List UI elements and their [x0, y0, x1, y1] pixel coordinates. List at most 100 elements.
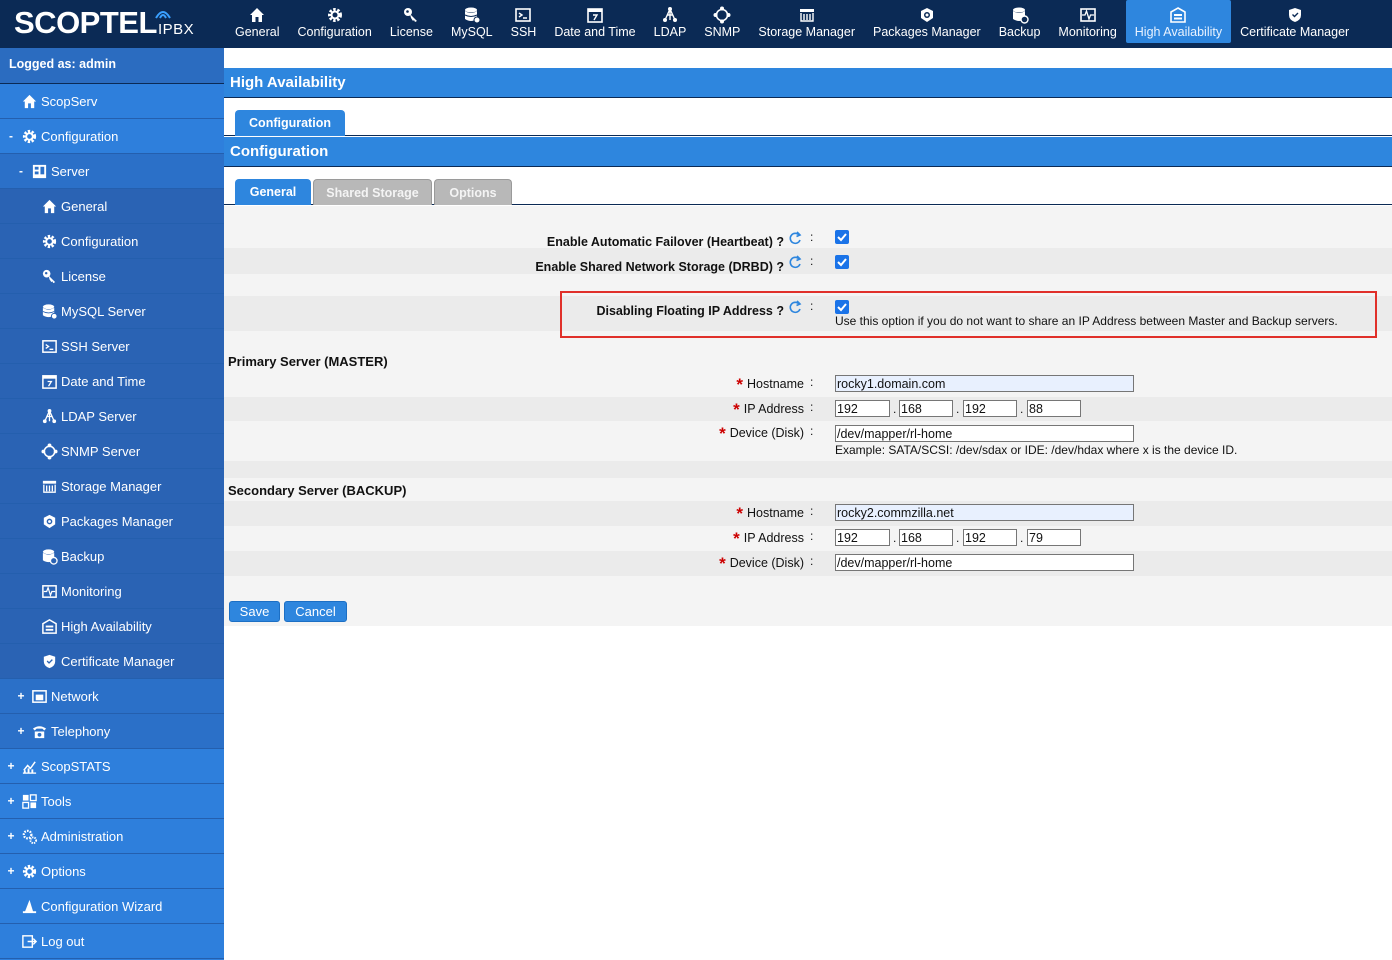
sidebar-item-mysql-server[interactable]: MySQL Server — [0, 294, 224, 329]
sidebar-item-label: SSH Server — [61, 338, 130, 354]
topnav-mysql[interactable]: MySQL — [442, 0, 502, 43]
tab-shared-storage[interactable]: Shared Storage — [313, 179, 432, 205]
secondary-ip-row: * IP Address : 192 . 168 . 192 . 79 — [224, 526, 1392, 551]
cancel-button[interactable]: Cancel — [284, 601, 347, 622]
secondary-device-input[interactable]: /dev/mapper/rl-home — [835, 554, 1134, 571]
label-text: IP Address — [743, 531, 804, 545]
topnav-packages-manager[interactable]: Packages Manager — [864, 0, 990, 43]
sidebar-item-network[interactable]: + Network — [0, 679, 224, 714]
scoptel-logo[interactable]: SCOPTEL IPBX — [12, 4, 202, 42]
database-icon — [464, 7, 481, 24]
primary-ip-octet-3[interactable]: 192 — [963, 400, 1017, 417]
sidebar-item-label: LDAP Server — [61, 408, 137, 424]
topnav-label: Storage Manager — [758, 25, 855, 39]
key-icon — [404, 8, 418, 22]
sidebar-item-tools[interactable]: + Tools — [0, 784, 224, 819]
primary-ip-label: * IP Address — [733, 400, 804, 420]
tab-options[interactable]: Options — [434, 179, 512, 205]
primary-ip-octet-4[interactable]: 88 — [1027, 400, 1081, 417]
topnav-label: Configuration — [297, 25, 372, 39]
sidebar-item-high-availability[interactable]: High Availability — [0, 609, 224, 644]
primary-ip-row: * IP Address : 192 . 168 . 192 . 88 — [224, 397, 1392, 421]
telephone-icon — [31, 723, 48, 740]
secondary-ip-octet-4[interactable]: 79 — [1027, 529, 1081, 546]
secondary-ip-octet-3[interactable]: 192 — [963, 529, 1017, 546]
expand-marker: + — [7, 759, 15, 773]
colon: : — [810, 424, 814, 438]
save-button[interactable]: Save — [229, 601, 280, 622]
secondary-ip-octet-2[interactable]: 168 — [899, 529, 953, 546]
database-icon — [41, 303, 58, 320]
secondary-hostname-input[interactable]: rocky2.commzilla.net — [835, 504, 1134, 521]
sidebar-item-administration[interactable]: + Administration — [0, 819, 224, 854]
gears-icon — [21, 828, 38, 845]
sidebar-item-server[interactable]: - Server — [0, 154, 224, 189]
topnav-date-and-time[interactable]: Date and Time — [545, 0, 644, 43]
tab-general[interactable]: General — [235, 179, 311, 205]
failover-checkbox[interactable] — [835, 230, 849, 244]
sidebar-item-storage-manager[interactable]: Storage Manager — [0, 469, 224, 504]
sidebar-item-label: Server — [51, 163, 90, 179]
refresh-icon[interactable] — [788, 255, 802, 271]
sidebar-item-configuration-wizard[interactable]: Configuration Wizard — [0, 889, 224, 924]
calendar-icon — [41, 373, 58, 390]
primary-ip-octet-2[interactable]: 168 — [899, 400, 953, 417]
topnav-ssh[interactable]: SSH — [502, 0, 546, 43]
sidebar-item-monitoring[interactable]: Monitoring — [0, 574, 224, 609]
sidebar-item-snmp-server[interactable]: SNMP Server — [0, 434, 224, 469]
topnav-label: LDAP — [653, 25, 687, 39]
ip-dot: . — [956, 531, 960, 545]
sidebar-item-label: ScopSTATS — [41, 758, 111, 774]
sidebar-item-label: General — [61, 198, 108, 214]
logo-main-text: SCOPTEL — [14, 5, 157, 40]
refresh-icon[interactable] — [788, 231, 802, 247]
sidebar-item-label: Packages Manager — [61, 513, 174, 529]
topnav-general[interactable]: General — [226, 0, 288, 43]
sidebar-item-configuration[interactable]: - Configuration — [0, 119, 224, 154]
sidebar-item-scopstats[interactable]: + ScopSTATS — [0, 749, 224, 784]
topnav-label: MySQL — [450, 25, 493, 39]
topnav-snmp[interactable]: SNMP — [695, 0, 749, 43]
secondary-ip-octet-1[interactable]: 192 — [835, 529, 890, 546]
sidebar-item-scopserv[interactable]: ScopServ — [0, 84, 224, 119]
sidebar-item-ssh-server[interactable]: SSH Server — [0, 329, 224, 364]
primary-hostname-input[interactable]: rocky1.domain.com — [835, 375, 1134, 392]
drbd-checkbox[interactable] — [835, 255, 849, 269]
sidebar: Logged as: admin ScopServ - Configuratio… — [0, 48, 224, 960]
top-bar: SCOPTEL IPBX General Configuration Licen… — [0, 0, 1392, 48]
sidebar-item-label: Configuration Wizard — [41, 898, 163, 914]
sidebar-item-certificate-manager[interactable]: Certificate Manager — [0, 644, 224, 679]
colon: : — [810, 504, 814, 518]
sidebar-item-options[interactable]: + Options — [0, 854, 224, 889]
topnav-certificate-manager[interactable]: Certificate Manager — [1231, 0, 1358, 43]
drbd-row: Enable Shared Network Storage (DRBD) ? : — [224, 248, 1392, 274]
sidebar-item-telephony[interactable]: + Telephony — [0, 714, 224, 749]
sidebar-item-label: ScopServ — [41, 93, 98, 109]
colon: : — [810, 254, 814, 268]
backup-icon — [1012, 7, 1029, 24]
sidebar-item-date-and-time[interactable]: Date and Time — [0, 364, 224, 399]
sidebar-item-backup[interactable]: Backup — [0, 539, 224, 574]
primary-device-input[interactable]: /dev/mapper/rl-home — [835, 425, 1134, 442]
sidebar-item-server-configuration[interactable]: Configuration — [0, 224, 224, 259]
tab-configuration[interactable]: Configuration — [235, 110, 345, 136]
primary-device-row: * Device (Disk) : /dev/mapper/rl-home Exa… — [224, 421, 1392, 461]
secondary-server-title: Secondary Server (BACKUP) — [228, 483, 407, 498]
sidebar-item-ldap-server[interactable]: LDAP Server — [0, 399, 224, 434]
topnav-storage-manager[interactable]: Storage Manager — [749, 0, 864, 43]
sidebar-item-license[interactable]: License — [0, 259, 224, 294]
topnav-configuration[interactable]: Configuration — [288, 0, 380, 43]
topnav-license[interactable]: License — [381, 0, 442, 43]
sidebar-item-log-out[interactable]: Log out — [0, 924, 224, 959]
topnav-monitoring[interactable]: Monitoring — [1049, 0, 1125, 43]
topnav-backup[interactable]: Backup — [990, 0, 1050, 43]
topnav-high-availability[interactable]: High Availability — [1125, 0, 1232, 43]
sidebar-item-label: Configuration — [61, 233, 139, 249]
sidebar-item-packages-manager[interactable]: Packages Manager — [0, 504, 224, 539]
sidebar-item-general[interactable]: General — [0, 189, 224, 224]
shield-icon — [41, 653, 58, 670]
primary-ip-octet-1[interactable]: 192 — [835, 400, 890, 417]
topnav-ldap[interactable]: LDAP — [645, 0, 696, 43]
signal-icon — [155, 11, 171, 19]
sidebar-item-label: Certificate Manager — [61, 653, 175, 669]
